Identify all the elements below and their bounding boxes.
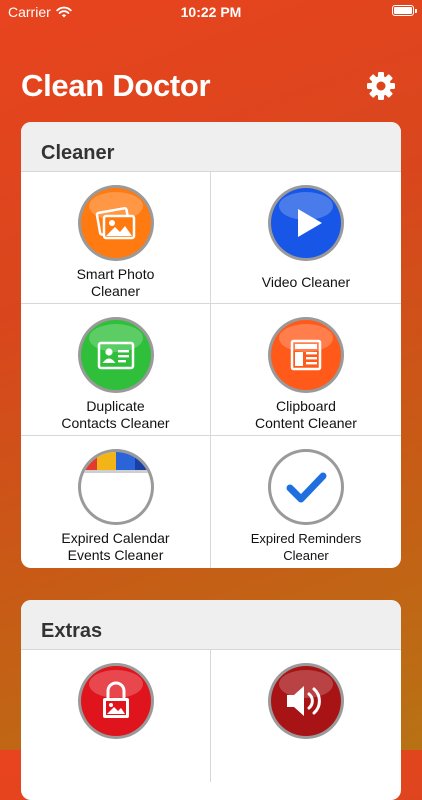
video-cleaner-label: Video Cleaner [261,274,351,290]
calendar-icon [77,448,155,526]
gear-icon [367,72,395,100]
expired-reminders-cleaner-label: Expired Reminders Cleaner [250,531,362,563]
speaker-icon [267,662,345,740]
status-time: 10:22 PM [180,4,242,20]
extras-tile-sound[interactable] [211,650,401,782]
duplicate-contacts-cleaner-tile[interactable]: Duplicate Contacts Cleaner [21,304,211,436]
photo-icon [77,184,155,262]
extras-grid [21,650,401,782]
video-cleaner-tile[interactable]: Video Cleaner [211,172,401,304]
duplicate-contacts-cleaner-label: Duplicate Contacts Cleaner [61,398,170,431]
cleaner-card: Cleaner Smart Photo Cleaner Video Cleane… [21,122,401,568]
expired-calendar-events-cleaner-label: Expired Calendar Events Cleaner [61,530,170,563]
extras-card: Extras [21,600,401,800]
cleaner-grid: Smart Photo Cleaner Video Cleaner Duplic… [21,172,401,568]
expired-reminders-cleaner-tile[interactable]: Expired Reminders Cleaner [211,436,401,568]
cleaner-header: Cleaner [21,122,401,172]
expired-calendar-events-cleaner-tile[interactable]: Expired Calendar Events Cleaner [21,436,211,568]
checkmark-icon [267,448,345,526]
smart-photo-cleaner-label: Smart Photo Cleaner [76,266,155,299]
clipboard-icon [267,316,345,394]
clipboard-content-cleaner-label: Clipboard Content Cleaner [255,398,357,431]
clipboard-content-cleaner-tile[interactable]: Clipboard Content Cleaner [211,304,401,436]
battery-icon [392,5,417,16]
extras-header: Extras [21,600,401,650]
app-title: Clean Doctor [21,68,211,103]
locked-photo-icon [77,662,155,740]
status-bar: Carrier 10:22 PM [0,0,422,24]
cleaner-header-label: Cleaner [41,142,115,164]
extras-header-label: Extras [41,620,103,642]
extras-tile-locked-photos[interactable] [21,650,211,782]
contact-card-icon [77,316,155,394]
settings-button[interactable] [365,70,397,102]
play-icon [267,184,345,262]
smart-photo-cleaner-tile[interactable]: Smart Photo Cleaner [21,172,211,304]
